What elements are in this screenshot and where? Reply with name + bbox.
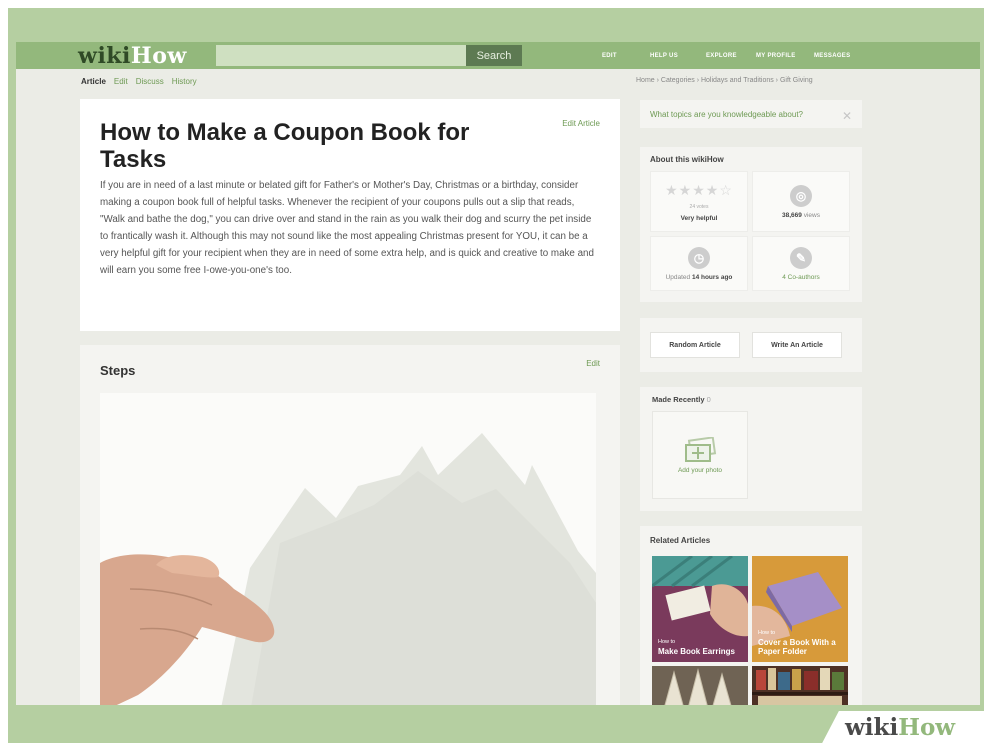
related-item-caption: How to Make Book Earrings — [658, 638, 735, 656]
related-item-title: Make Book Earrings — [658, 647, 735, 656]
browser-screen: wikiHow Search EDIT HELP US EXPLORE MY P… — [16, 42, 980, 705]
rating-cell[interactable]: ★★★★☆ 24 votes Very helpful — [650, 171, 748, 232]
related-item-prefix: How to — [758, 630, 776, 636]
votes-count: 24 votes — [689, 203, 709, 210]
tab-article[interactable]: Article — [81, 77, 106, 86]
topics-prompt-box: What topics are you knowledgeable about?… — [640, 100, 862, 128]
topics-question[interactable]: What topics are you knowledgeable about? — [650, 110, 803, 119]
write-article-button[interactable]: Write An Article — [752, 332, 842, 358]
made-recently-box: Made Recently 0 Add your photo — [640, 387, 862, 511]
article-tabs: Article Edit Discuss History — [81, 77, 197, 86]
tab-history[interactable]: History — [172, 77, 197, 86]
close-icon[interactable]: ✕ — [842, 109, 852, 123]
clock-icon: ◷ — [688, 246, 710, 269]
related-item-prefix: How to — [658, 639, 676, 645]
related-articles-box: Related Articles How to Make Book Earring… — [640, 526, 862, 705]
article-actions-box: Random Article Write An Article — [640, 318, 862, 372]
article-card: How to Make a Coupon Book for Tasks Edit… — [80, 99, 620, 331]
updated-cell: ◷ Updated 14 hours ago — [650, 236, 748, 291]
paper-hand-illustration — [100, 393, 596, 705]
rating-label: Very helpful — [680, 214, 718, 222]
star-rating-icon[interactable]: ★★★★☆ — [665, 182, 733, 199]
views-count: 38,669 — [782, 211, 802, 219]
top-bar: wikiHow Search EDIT HELP US EXPLORE MY P… — [16, 42, 980, 69]
add-photo-tile[interactable]: Add your photo — [652, 411, 748, 499]
updated-prefix: Updated — [665, 273, 691, 281]
about-title: About this wikiHow — [650, 155, 724, 164]
tab-edit[interactable]: Edit — [114, 77, 128, 86]
related-item-title: Cover a Book With a Paper Folder — [758, 638, 836, 656]
related-item-thumb-4[interactable] — [752, 666, 848, 705]
views-word: views — [803, 211, 820, 219]
nav-edit[interactable]: EDIT — [602, 42, 617, 69]
made-recently-title: Made Recently 0 — [652, 395, 711, 404]
related-item-book-earrings[interactable]: How to Make Book Earrings — [652, 556, 748, 662]
related-title: Related Articles — [650, 536, 711, 545]
steps-card: Steps Edit — [80, 345, 620, 705]
wikihow-logo[interactable]: wikiHow — [78, 43, 187, 69]
wikihow-watermark: wikiHow — [845, 714, 955, 741]
views-cell: ◎ 38,669 views — [752, 171, 850, 232]
related-item-cover-book[interactable]: How to Cover a Book With a Paper Folder — [752, 556, 848, 662]
about-grid: ★★★★☆ 24 votes Very helpful ◎ 38,669 vie… — [650, 171, 850, 291]
related-item-caption: How to Cover a Book With a Paper Folder — [758, 629, 848, 656]
nav-my-profile[interactable]: MY PROFILE — [756, 42, 796, 69]
pencil-icon: ✎ — [790, 246, 812, 269]
eye-icon: ◎ — [790, 184, 812, 207]
add-photo-label: Add your photo — [677, 466, 723, 474]
step-photo — [100, 393, 596, 705]
logo-how: How — [130, 43, 187, 69]
search-input[interactable] — [216, 45, 466, 66]
nav-help-us[interactable]: HELP US — [650, 42, 678, 69]
bookshelf-thumbnail — [752, 666, 848, 705]
edit-article-link[interactable]: Edit Article — [562, 119, 600, 128]
updated-time: 14 hours ago — [691, 273, 733, 281]
nav-explore[interactable]: EXPLORE — [706, 42, 737, 69]
related-item-thumb-3[interactable] — [652, 666, 748, 705]
watermark-how: How — [898, 714, 956, 741]
breadcrumb[interactable]: Home › Categories › Holidays and Traditi… — [636, 77, 813, 84]
made-recently-count: 0 — [706, 395, 711, 404]
nav-messages[interactable]: MESSAGES — [814, 42, 850, 69]
page-title: How to Make a Coupon Book for Tasks — [100, 119, 470, 173]
photo-upload-icon — [685, 436, 717, 462]
article-intro: If you are in need of a last minute or b… — [100, 180, 594, 276]
random-article-button[interactable]: Random Article — [650, 332, 740, 358]
coauthors-cell[interactable]: ✎ 4 Co-authors — [752, 236, 850, 291]
watermark-wiki: wiki — [845, 714, 899, 741]
steps-edit-link[interactable]: Edit — [586, 359, 600, 368]
coauthors-link[interactable]: 4 Co-authors — [782, 274, 820, 281]
about-box: About this wikiHow ★★★★☆ 24 votes Very h… — [640, 147, 862, 302]
made-recently-label: Made Recently — [652, 395, 705, 404]
search-button[interactable]: Search — [466, 45, 522, 66]
views-label: 38,669 views — [782, 212, 820, 219]
folded-book-thumbnail — [652, 666, 748, 705]
steps-heading: Steps — [100, 363, 136, 378]
updated-label: Updated 14 hours ago — [666, 274, 733, 281]
tab-discuss[interactable]: Discuss — [136, 77, 164, 86]
logo-wiki: wiki — [78, 43, 131, 69]
